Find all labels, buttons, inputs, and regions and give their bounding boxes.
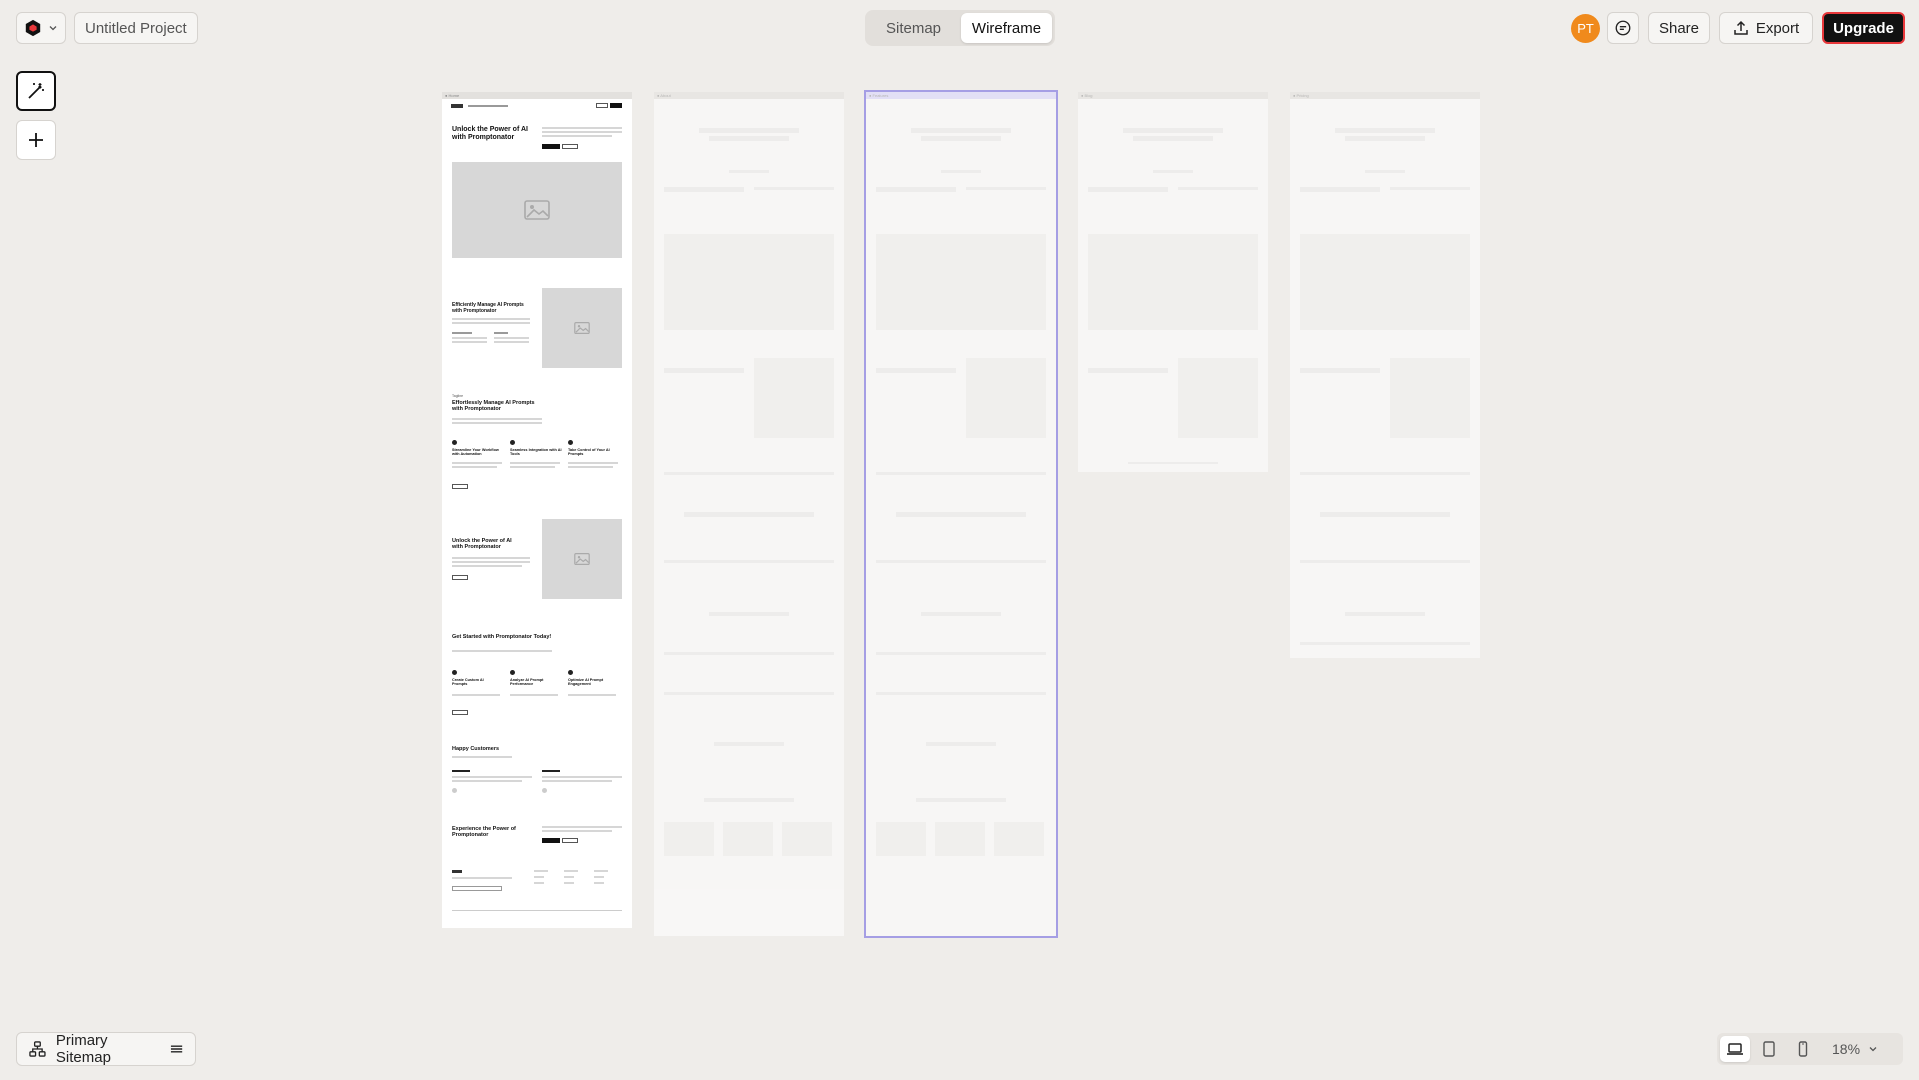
export-button[interactable]: Export [1719, 12, 1813, 44]
comments-button[interactable] [1607, 12, 1639, 44]
desktop-view-button[interactable] [1720, 1036, 1750, 1062]
comment-icon [1615, 20, 1631, 36]
step-title-1: Create Custom AI Prompts [452, 678, 484, 687]
ai-generate-tool[interactable] [16, 71, 56, 111]
wireframe-page-2[interactable]: ● About [654, 92, 844, 936]
magic-wand-icon [28, 83, 44, 99]
image-icon [574, 553, 590, 565]
image-icon [524, 200, 550, 220]
feature-title-3: Take Control of Your AI Prompts [568, 448, 610, 457]
section5-title: Get Started with Promptonator Today! [452, 634, 552, 640]
feature-title-1: Streamline Your Workflow with Automation [452, 448, 499, 457]
chevron-down-icon [49, 26, 57, 31]
testimonials-title: Happy Customers [452, 746, 500, 752]
view-switcher: Sitemap Wireframe [865, 10, 1055, 46]
tab-sitemap[interactable]: Sitemap [868, 13, 959, 43]
step-title-3: Optimize AI Prompt Engagement [568, 678, 604, 687]
section3-label: Tagline [452, 394, 464, 398]
zoom-control[interactable]: 18% [1832, 1041, 1878, 1057]
wireframe-page-3-selected[interactable]: ● Features [864, 90, 1058, 938]
wireframe-page-5[interactable]: ● Pricing [1290, 92, 1480, 658]
mobile-view-button[interactable] [1788, 1036, 1818, 1062]
plus-icon [29, 133, 43, 147]
chevron-down-icon [1869, 1047, 1877, 1052]
page-header-bar: ● Home [442, 92, 632, 99]
page-header-bar: ● About [654, 92, 844, 99]
section2-image-placeholder [542, 288, 622, 368]
sitemap-icon [29, 1041, 46, 1057]
section2-title: Efficiently Manage AI Prompts with Promp… [452, 302, 524, 314]
export-label: Export [1755, 19, 1800, 37]
project-title-button[interactable]: Untitled Project [74, 12, 198, 44]
laptop-icon [1727, 1043, 1743, 1055]
hero-image-placeholder [452, 162, 622, 258]
device-preview-controls: 18% [1717, 1033, 1903, 1065]
section3-title: Effortlessly Manage AI Prompts with Prom… [452, 400, 535, 413]
nav-logo [451, 104, 463, 108]
app-menu-button[interactable] [16, 12, 66, 44]
hero-title: Unlock the Power of AI with Promptonator [452, 126, 528, 142]
phone-icon [1798, 1041, 1808, 1057]
user-avatar[interactable]: PT [1571, 14, 1600, 43]
page-header-bar: ● Features [866, 92, 1056, 99]
step-title-2: Analyze AI Prompt Performance [510, 678, 544, 687]
sitemap-label: Primary Sitemap [55, 1032, 111, 1066]
page-header-bar: ● Blog [1078, 92, 1268, 99]
upload-icon [1734, 20, 1748, 35]
upgrade-button[interactable]: Upgrade [1822, 12, 1905, 44]
app-logo-icon [25, 19, 41, 37]
image-icon [574, 322, 590, 334]
section4-image-placeholder [542, 519, 622, 599]
cta-title: Experience the Power of Promptonator [452, 826, 516, 839]
menu-icon [170, 1045, 183, 1053]
feature-title-2: Seamless Integration with AI Tools [510, 448, 562, 457]
wireframe-page-home[interactable]: ● Home Unlock the Power of AI with Promp… [442, 92, 632, 928]
sitemap-selector[interactable]: Primary Sitemap [16, 1032, 196, 1066]
wireframe-page-4[interactable]: ● Blog [1078, 92, 1268, 472]
tab-wireframe[interactable]: Wireframe [961, 13, 1052, 43]
page-header-bar: ● Pricing [1290, 92, 1480, 99]
add-page-tool[interactable] [16, 120, 56, 160]
tablet-view-button[interactable] [1754, 1036, 1784, 1062]
section4-title: Unlock the Power of AI with Promptonator [452, 538, 512, 551]
zoom-level: 18% [1832, 1041, 1861, 1057]
share-button[interactable]: Share [1648, 12, 1710, 44]
tablet-icon [1763, 1041, 1775, 1057]
